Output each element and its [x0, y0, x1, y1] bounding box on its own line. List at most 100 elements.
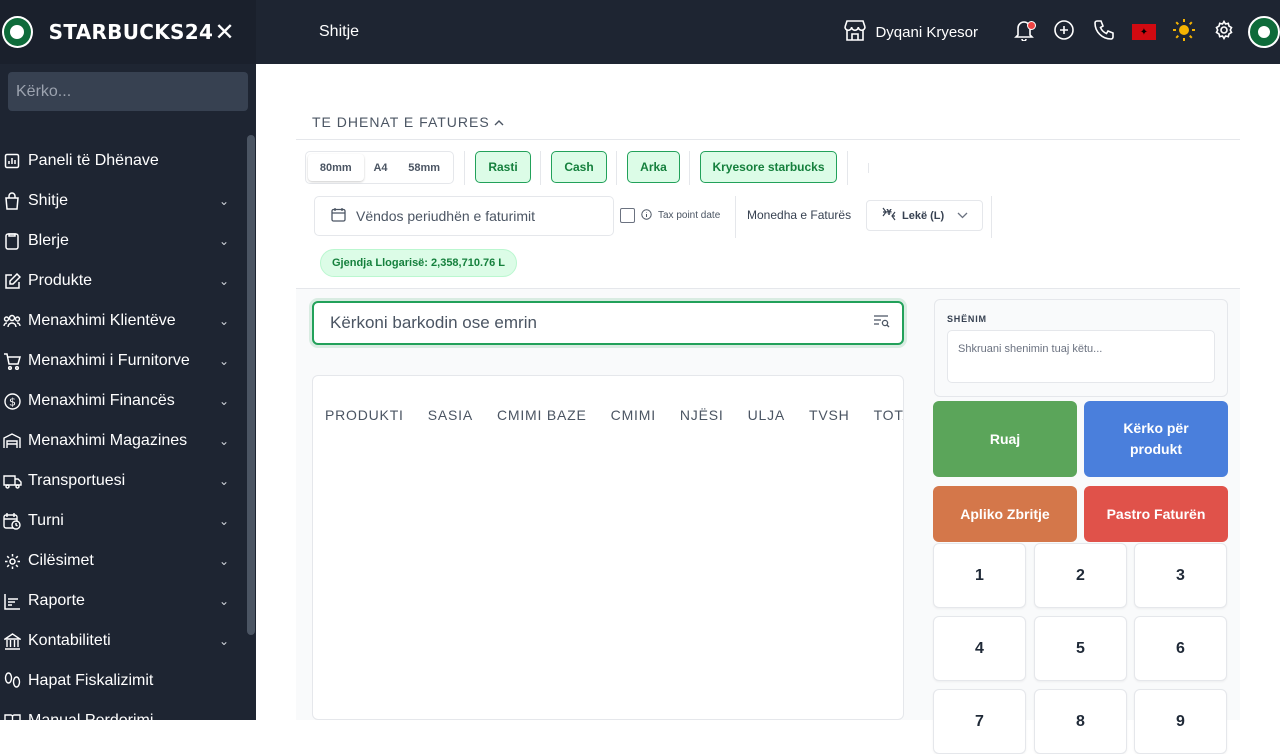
theme-toggle-button[interactable]: [1164, 12, 1204, 52]
settings-button[interactable]: [1204, 12, 1244, 52]
language-button[interactable]: ✦: [1124, 12, 1164, 52]
bank-icon: [2, 631, 22, 651]
add-button[interactable]: [1044, 12, 1084, 52]
calendar-clock-icon: [2, 511, 22, 531]
sidebar-item-label: Hapat Fiskalizimit: [28, 672, 154, 689]
column-header: CMIMI BAZE: [497, 407, 587, 423]
chevron-down-icon: ⌄: [218, 354, 230, 368]
column-header: NJËSI: [679, 407, 724, 423]
invoice-section-toggle[interactable]: TE DHENAT E FATURES: [312, 114, 504, 130]
svg-text:$: $: [9, 395, 16, 408]
main-content: TE DHENAT E FATURES 80mm A4 58mm Rasti C…: [256, 64, 1280, 754]
chevron-down-icon: ⌄: [218, 194, 230, 208]
sidebar-item-settings[interactable]: Cilësimet ⌄: [0, 541, 256, 581]
divider: [735, 196, 736, 238]
sidebar-header: STARBUCKS24 ✕: [0, 0, 256, 64]
sidebar-item-label: Raporte: [28, 592, 85, 609]
divider: [464, 151, 465, 185]
sidebar-search-input[interactable]: Kërko...: [8, 72, 248, 111]
chevron-down-icon: [957, 210, 968, 222]
tax-point-date: Tax point date: [620, 208, 720, 223]
search-product-button[interactable]: Kërko për produkt: [1084, 401, 1228, 477]
column-header: TOTAL: [873, 407, 903, 423]
avatar[interactable]: [1248, 16, 1280, 48]
keypad-key-8[interactable]: 8: [1034, 689, 1127, 754]
currency-exchange-icon: ¥: [881, 206, 897, 225]
keypad-key-6[interactable]: 6: [1134, 616, 1227, 681]
sidebar-item-dashboard[interactable]: Paneli të Dhënave: [0, 141, 256, 181]
currency-label: Monedha e Faturës: [747, 208, 852, 222]
sidebar-item-label: Manual Perdorimi: [28, 712, 256, 720]
edit-icon: [2, 271, 22, 291]
note-textarea[interactable]: Shkruani shenimin tuaj këtu...: [947, 330, 1215, 383]
keypad-key-1[interactable]: 1: [933, 543, 1026, 608]
chevron-down-icon: ⌄: [218, 314, 230, 328]
brand-name: STARBUCKS24: [48, 20, 214, 44]
sun-icon: [1172, 18, 1196, 47]
tax-point-checkbox[interactable]: [620, 208, 635, 223]
sidebar-item-fiscal-steps[interactable]: Hapat Fiskalizimit: [0, 661, 256, 701]
brand-logo[interactable]: [2, 16, 33, 48]
filter-search-icon[interactable]: [873, 313, 890, 333]
format-a4[interactable]: A4: [364, 154, 398, 181]
store-icon: [843, 19, 867, 45]
sidebar-item-clients[interactable]: Menaxhimi Klientëve ⌄: [0, 301, 256, 341]
product-search-input[interactable]: Kërkoni barkodin ose emrin: [312, 301, 904, 345]
sidebar-item-purchases[interactable]: Blerje ⌄: [0, 221, 256, 261]
keypad-key-7[interactable]: 7: [933, 689, 1026, 754]
sidebar-item-transport[interactable]: Transportuesi ⌄: [0, 461, 256, 501]
currency-select[interactable]: ¥ Lekë (L): [866, 200, 983, 231]
phone-button[interactable]: [1084, 12, 1124, 52]
divider: [868, 163, 869, 173]
store-selector[interactable]: Dyqani Kryesor: [843, 19, 978, 45]
albania-flag-icon: ✦: [1132, 24, 1156, 40]
keypad-key-4[interactable]: 4: [933, 616, 1026, 681]
close-icon[interactable]: ✕: [213, 18, 236, 47]
keypad-key-9[interactable]: 9: [1134, 689, 1227, 754]
sidebar-item-products[interactable]: Produkte ⌄: [0, 261, 256, 301]
sidebar-item-reports[interactable]: Raporte ⌄: [0, 581, 256, 621]
column-header: SASIA: [427, 407, 473, 423]
apply-discount-button[interactable]: Apliko Zbritje: [933, 486, 1077, 542]
sidebar-item-label: Menaxhimi Magazines: [28, 432, 188, 449]
notifications-button[interactable]: [1004, 12, 1044, 52]
clear-invoice-button[interactable]: Pastro Faturën: [1084, 486, 1228, 542]
keypad-key-2[interactable]: 2: [1034, 543, 1127, 608]
sidebar-item-shift[interactable]: Turni ⌄: [0, 501, 256, 541]
format-58mm[interactable]: 58mm: [397, 154, 451, 181]
save-button[interactable]: Ruaj: [933, 401, 1077, 477]
sidebar-scrollbar[interactable]: [247, 135, 255, 635]
divider: [616, 151, 617, 185]
notification-dot: [1027, 21, 1036, 30]
sidebar-item-warehouse[interactable]: Menaxhimi Magazines ⌄: [0, 421, 256, 461]
phone-icon: [1093, 19, 1115, 46]
sidebar-item-sales[interactable]: Shitje ⌄: [0, 181, 256, 221]
sidebar-item-label: Blerje: [28, 232, 69, 249]
sidebar-item-accounting[interactable]: Kontabiliteti ⌄: [0, 621, 256, 661]
chevron-down-icon: ⌄: [218, 474, 230, 488]
invoice-period-input[interactable]: Vëndos periudhën e faturimit: [314, 196, 614, 236]
chart-icon: [2, 151, 22, 171]
pill-rasti[interactable]: Rasti: [475, 151, 531, 183]
chevron-down-icon: ⌄: [218, 234, 230, 248]
sidebar-item-manual[interactable]: Manual Perdorimi: [0, 701, 256, 720]
sidebar-item-suppliers[interactable]: Menaxhimi i Furnitorve ⌄: [0, 341, 256, 381]
section-title: TE DHENAT E FATURES: [312, 114, 490, 130]
dollar-icon: $: [2, 391, 22, 411]
keypad-key-3[interactable]: 3: [1134, 543, 1227, 608]
pill-cash[interactable]: Cash: [551, 151, 607, 183]
divider: [689, 151, 690, 185]
format-80mm[interactable]: 80mm: [308, 154, 364, 181]
pill-arka[interactable]: Arka: [627, 151, 680, 183]
invoice-period-placeholder: Vëndos periudhën e faturimit: [356, 208, 535, 224]
divider: [296, 139, 1240, 140]
pill-kryesore-starbucks[interactable]: Kryesore starbucks: [700, 151, 837, 183]
chevron-up-icon: [494, 114, 504, 130]
chevron-down-icon: ⌄: [218, 594, 230, 608]
sidebar-item-label: Turni: [28, 512, 64, 529]
sidebar-item-finance[interactable]: $ Menaxhimi Financës ⌄: [0, 381, 256, 421]
keypad-key-5[interactable]: 5: [1034, 616, 1127, 681]
print-format-selector: 80mm A4 58mm: [305, 151, 454, 184]
note-box: SHËNIM Shkruani shenimin tuaj këtu...: [934, 299, 1228, 397]
gear-icon: [1214, 19, 1234, 45]
